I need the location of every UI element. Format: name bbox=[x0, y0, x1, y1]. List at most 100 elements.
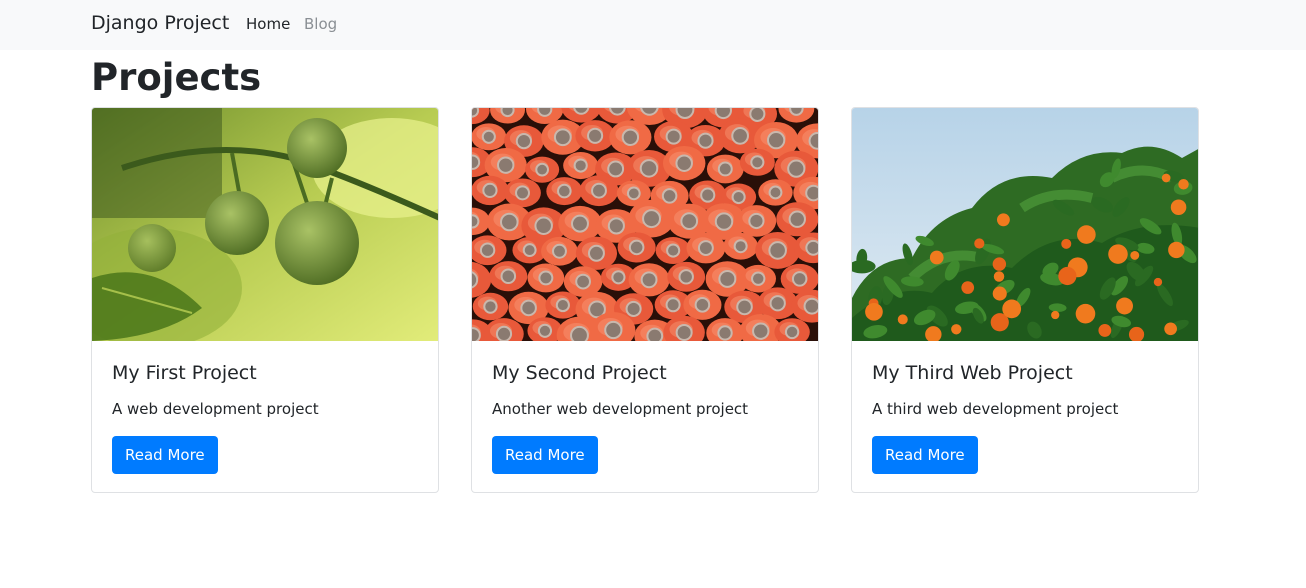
carrot-end bbox=[731, 127, 749, 145]
carrot-end bbox=[787, 159, 806, 178]
nav-link-home[interactable]: Home bbox=[246, 15, 290, 33]
carrot-end bbox=[661, 188, 678, 204]
orange-fruit bbox=[1077, 225, 1096, 244]
carrot-end bbox=[520, 299, 537, 317]
orange-fruit bbox=[951, 324, 962, 335]
carrot-end bbox=[611, 270, 626, 285]
carrot-end bbox=[573, 158, 588, 173]
carrots-image bbox=[472, 108, 818, 341]
carrot-end bbox=[591, 182, 607, 199]
carrot-end bbox=[733, 239, 748, 254]
carrot-end bbox=[639, 159, 659, 178]
project-title: My Second Project bbox=[492, 362, 667, 384]
carrot-end bbox=[665, 297, 681, 313]
project-title: My Third Web Project bbox=[872, 362, 1073, 384]
carrot-end bbox=[481, 129, 496, 144]
orange-fruit bbox=[865, 302, 883, 321]
carrot-end bbox=[515, 132, 533, 150]
orange-fruit bbox=[974, 238, 985, 249]
carrot-end bbox=[587, 244, 605, 262]
carrot-end bbox=[766, 130, 786, 150]
carrot-end bbox=[604, 320, 623, 340]
orange-fruit bbox=[961, 281, 975, 294]
carrot-end bbox=[666, 243, 681, 258]
orange-fruit bbox=[1108, 244, 1128, 264]
carrot-end bbox=[537, 323, 553, 338]
carrot-end bbox=[607, 217, 625, 235]
carrot-end bbox=[626, 186, 641, 201]
carrot-end bbox=[731, 189, 746, 205]
orange-fruit bbox=[992, 286, 1007, 301]
carrot-end bbox=[751, 271, 766, 286]
carrot-end bbox=[694, 297, 711, 313]
carrot-end bbox=[573, 108, 590, 115]
nav-link-blog[interactable]: Blog bbox=[304, 15, 337, 33]
carrot-end bbox=[788, 210, 806, 228]
orange-fruit bbox=[1051, 310, 1060, 320]
carrot-end bbox=[791, 271, 808, 287]
orange-fruit bbox=[1170, 199, 1187, 216]
carrot-end bbox=[784, 324, 800, 340]
carrot-end bbox=[522, 243, 537, 258]
carrot-end bbox=[534, 216, 553, 235]
project-title: My First Project bbox=[112, 362, 257, 384]
project-card: My Third Web Project A third web develop… bbox=[851, 107, 1199, 493]
carrot-end bbox=[497, 156, 515, 174]
page-title: Projects bbox=[91, 56, 262, 99]
carrot-end bbox=[665, 128, 682, 145]
orange-fruit bbox=[996, 213, 1010, 227]
read-more-button[interactable]: Read More bbox=[112, 436, 218, 474]
orange-fruit bbox=[1161, 173, 1171, 183]
orange-tree-image bbox=[852, 108, 1198, 341]
orange-fruit bbox=[1058, 266, 1077, 286]
read-more-button[interactable]: Read More bbox=[872, 436, 978, 474]
green-tomatoes-image bbox=[92, 108, 438, 341]
carrot-end bbox=[472, 327, 481, 341]
carrot-end bbox=[714, 212, 734, 231]
orange-fruit bbox=[992, 257, 1007, 271]
carrot-end bbox=[482, 182, 498, 199]
carrot-end bbox=[680, 212, 699, 231]
carrot-end bbox=[472, 214, 480, 229]
orange-fruit bbox=[1178, 179, 1189, 190]
carrot-end bbox=[678, 269, 694, 285]
orange-fruit bbox=[929, 250, 944, 265]
project-description: Another web development project bbox=[492, 400, 749, 418]
orange-fruit bbox=[993, 271, 1005, 282]
carrot-end bbox=[535, 162, 550, 177]
orange-fruit bbox=[1130, 250, 1140, 260]
carrot-end bbox=[628, 239, 645, 256]
carrot-end bbox=[575, 273, 591, 290]
carrot-end bbox=[805, 239, 818, 256]
carrot-end bbox=[675, 323, 693, 341]
orange-fruit bbox=[1098, 323, 1112, 337]
carrot-end bbox=[714, 108, 733, 120]
carrot-end bbox=[479, 242, 496, 258]
carrot-end bbox=[537, 108, 553, 117]
orange-fruit bbox=[1164, 322, 1177, 336]
project-description: A third web development project bbox=[872, 400, 1119, 418]
orange-fruit bbox=[1168, 241, 1185, 259]
carrot-end bbox=[500, 268, 517, 285]
orange-fruit bbox=[1002, 299, 1022, 319]
carrot-end bbox=[570, 325, 589, 341]
carrot-end bbox=[557, 183, 572, 199]
carrot-end bbox=[768, 185, 783, 200]
carrot-end bbox=[538, 270, 554, 286]
orange-fruit bbox=[1061, 238, 1072, 249]
carrot-end bbox=[640, 271, 658, 289]
carrot-end bbox=[621, 128, 640, 146]
carrot-end bbox=[803, 297, 818, 315]
read-more-button[interactable]: Read More bbox=[492, 436, 598, 474]
orange-fruit bbox=[1075, 303, 1096, 324]
orange-fruit bbox=[897, 314, 908, 325]
carrot-end bbox=[717, 161, 733, 177]
carrot-end bbox=[748, 212, 765, 230]
carrot-end bbox=[697, 240, 714, 256]
carrot-end bbox=[483, 299, 498, 314]
carrot-end bbox=[808, 132, 818, 150]
carrot-end bbox=[768, 241, 787, 260]
carrot-end bbox=[500, 108, 515, 118]
navbar-brand[interactable]: Django Project bbox=[91, 12, 229, 34]
carrot-end bbox=[700, 187, 716, 203]
